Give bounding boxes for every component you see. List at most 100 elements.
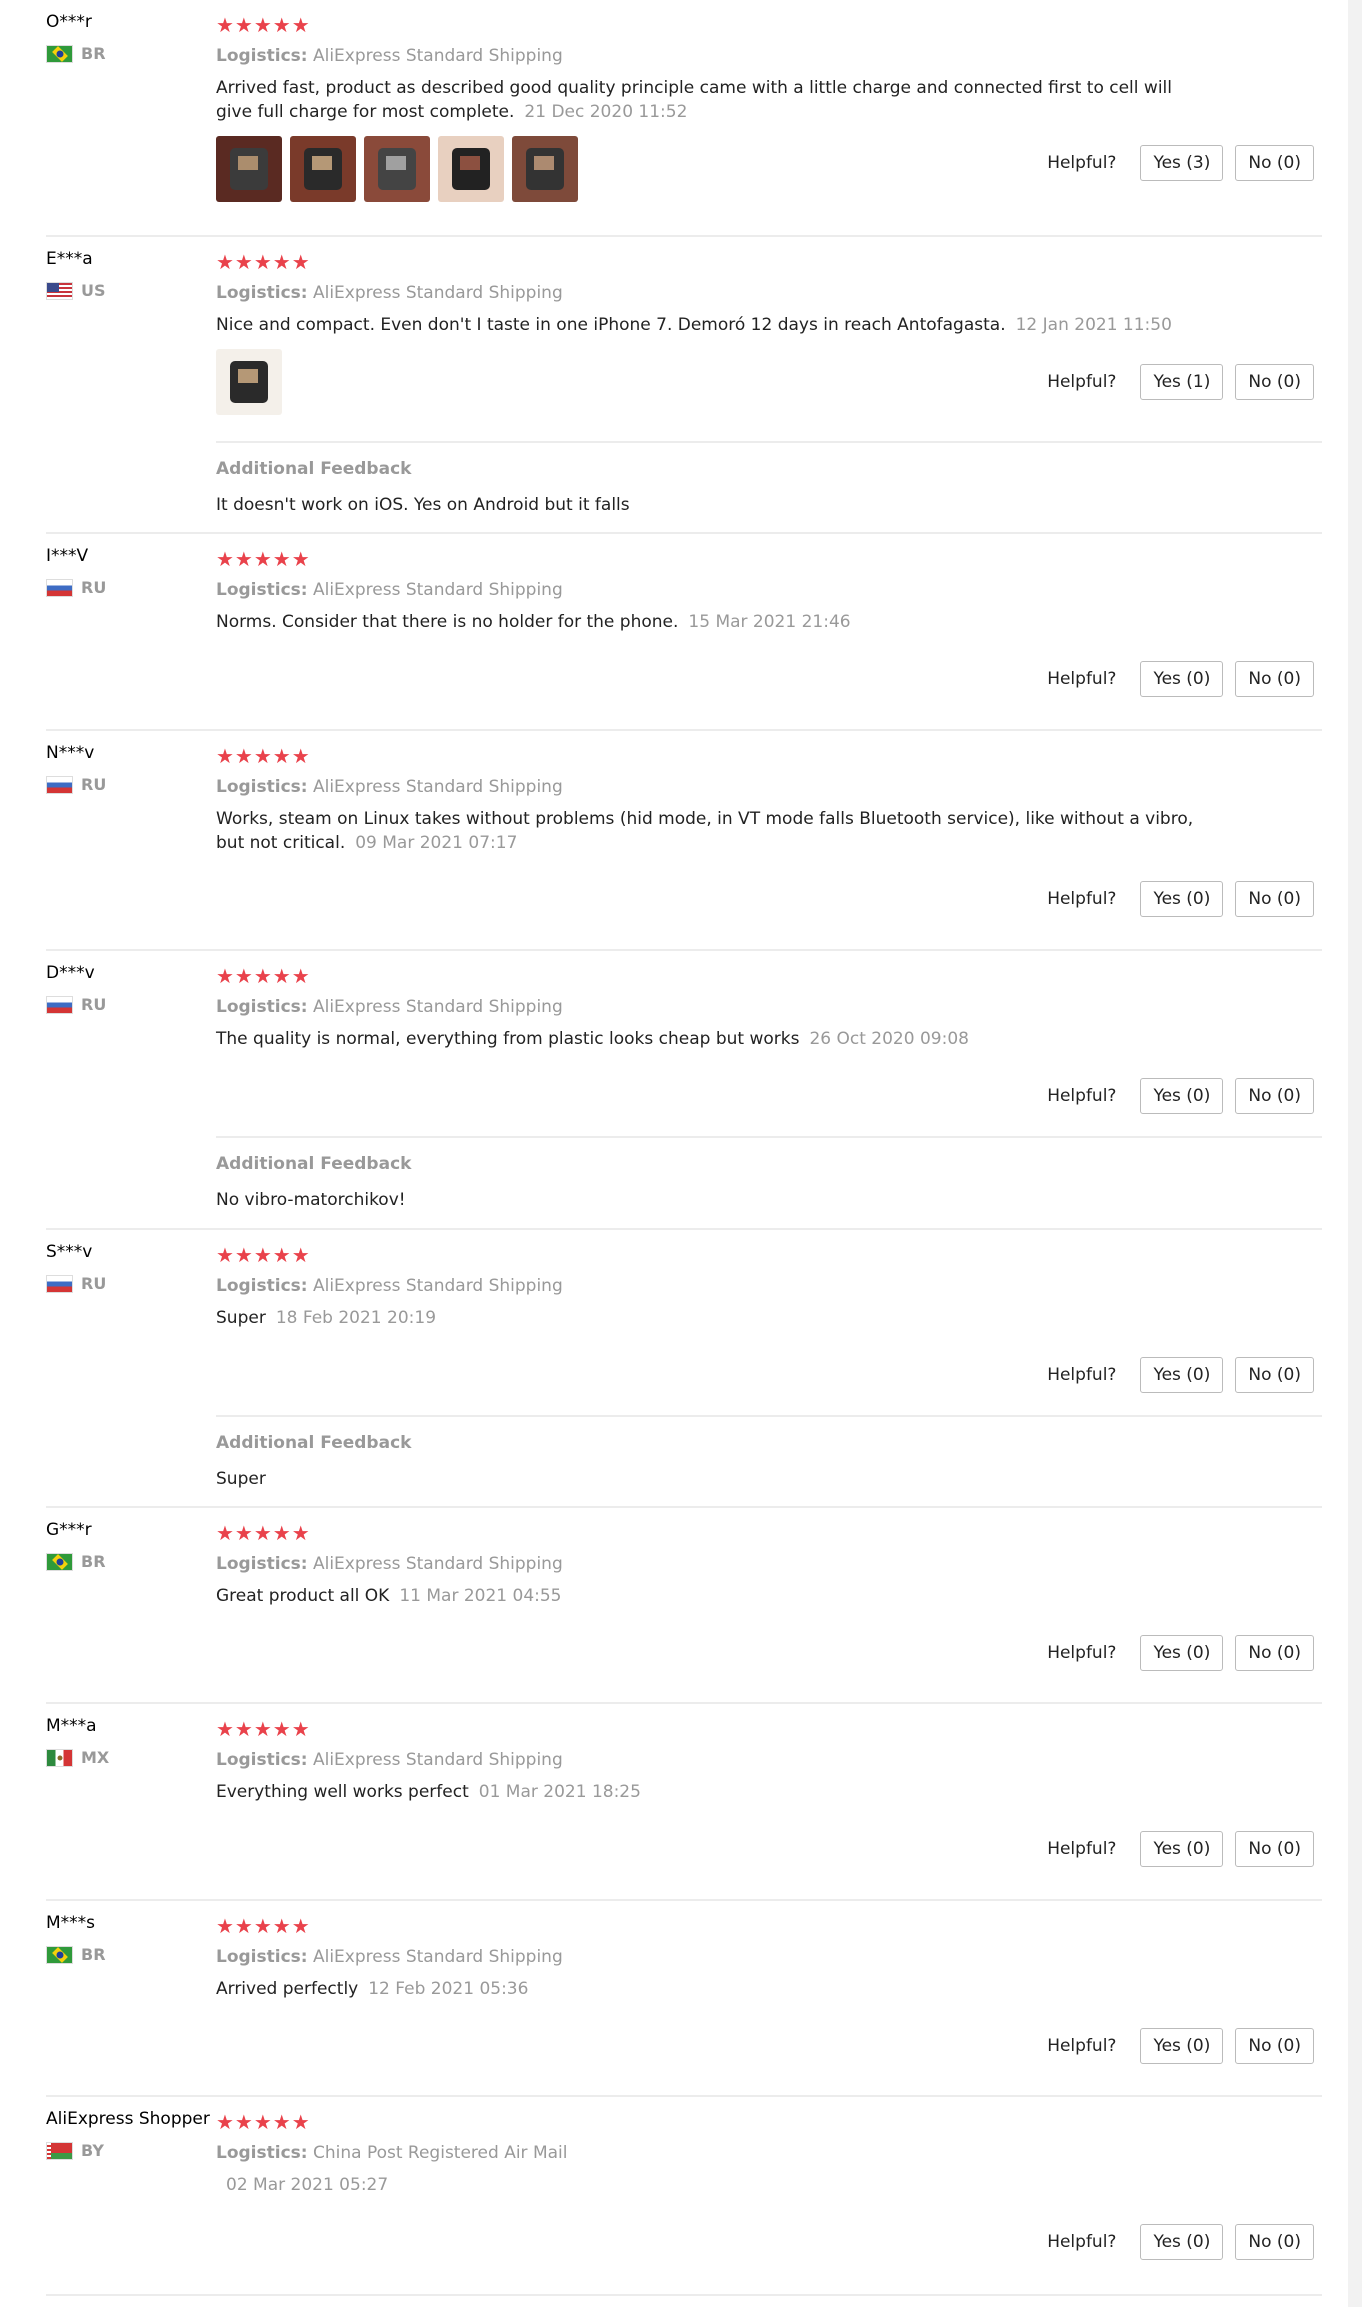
flag-icon xyxy=(46,995,73,1014)
flag-icon xyxy=(46,1552,73,1571)
helpful-label: Helpful? xyxy=(1047,669,1117,689)
helpful-label: Helpful? xyxy=(1047,372,1117,392)
review-list: O***r BR ★★★★★ Logistics: AliExpress Standa… xyxy=(0,0,1348,2307)
review-item: E***a US ★★★★★ Logistics: AliExpress Standa… xyxy=(46,237,1322,534)
review-body: ★★★★★ Logistics: AliExpress Standard Ship… xyxy=(216,745,1322,855)
helpful-yes-button[interactable]: Yes (3) xyxy=(1140,145,1224,181)
helpful-yes-button[interactable]: Yes (1) xyxy=(1140,364,1224,400)
reviewer-name: S***v xyxy=(46,1242,93,1262)
reviewer-name: N***v xyxy=(46,743,95,763)
review-photo-thumbnail[interactable] xyxy=(290,136,356,202)
additional-feedback-title: Additional Feedback xyxy=(216,1433,412,1453)
review-body: ★★★★★ Logistics: China Post Registered Ai… xyxy=(216,2111,1322,2197)
country-code: RU xyxy=(81,995,107,1014)
review-item: D***v RU ★★★★★ Logistics: AliExpress Standa… xyxy=(46,951,1322,1230)
review-date: 26 Oct 2020 09:08 xyxy=(809,1029,969,1049)
review-content: Arrived perfectly xyxy=(216,1979,359,1999)
helpful-label: Helpful? xyxy=(1047,1839,1117,1859)
additional-feedback-text: Super xyxy=(216,1469,266,1489)
helpful-no-button[interactable]: No (0) xyxy=(1235,2224,1314,2260)
logistics-line: Logistics: AliExpress Standard Shipping xyxy=(216,578,1322,602)
helpful-label: Helpful? xyxy=(1047,1365,1117,1385)
logistics-label: Logistics: xyxy=(216,1276,308,1296)
helpful-label: Helpful? xyxy=(1047,1086,1117,1106)
logistics-line: Logistics: AliExpress Standard Shipping xyxy=(216,1945,1322,1969)
review-date: 11 Mar 2021 04:55 xyxy=(399,1586,562,1606)
additional-feedback: Additional Feedback It doesn't work on iO… xyxy=(216,441,1322,515)
reviewer-name: D***v xyxy=(46,963,95,983)
scrollbar-track[interactable] xyxy=(1348,0,1362,2307)
helpful-vote-row: Helpful? Yes (0) No (0) xyxy=(1047,1078,1314,1114)
review-photo-thumbnail[interactable] xyxy=(216,349,282,415)
helpful-vote-row: Helpful? Yes (0) No (0) xyxy=(1047,1831,1314,1867)
review-date: 18 Feb 2021 20:19 xyxy=(275,1308,437,1328)
helpful-label: Helpful? xyxy=(1047,2232,1117,2252)
flag-icon xyxy=(46,578,73,597)
country-code: BR xyxy=(81,44,106,63)
helpful-yes-button[interactable]: Yes (0) xyxy=(1140,1831,1224,1867)
review-item: AliExpress Shopper BY ★★★★★ Logistics: Chin… xyxy=(46,2097,1322,2296)
review-item: M***a MX ★★★★★ Logistics: AliExpress Standa… xyxy=(46,1704,1322,1901)
shipping-method: AliExpress Standard Shipping xyxy=(312,46,563,66)
review-body: ★★★★★ Logistics: AliExpress Standard Ship… xyxy=(216,548,1322,634)
helpful-no-button[interactable]: No (0) xyxy=(1235,1357,1314,1393)
review-item: M***s BR ★★★★★ Logistics: AliExpress Standa… xyxy=(46,1901,1322,2097)
review-date: 09 Mar 2021 07:17 xyxy=(355,833,518,853)
helpful-no-button[interactable]: No (0) xyxy=(1235,881,1314,917)
star-rating: ★★★★★ xyxy=(216,964,311,988)
helpful-no-button[interactable]: No (0) xyxy=(1235,1078,1314,1114)
review-body: ★★★★★ Logistics: AliExpress Standard Ship… xyxy=(216,965,1322,1051)
review-content: Super xyxy=(216,1308,266,1328)
star-rating: ★★★★★ xyxy=(216,13,311,37)
review-date: 12 Feb 2021 05:36 xyxy=(368,1979,529,1999)
flag-icon xyxy=(46,44,73,63)
country-code: BY xyxy=(81,2141,104,2160)
review-photo-thumbnail[interactable] xyxy=(512,136,578,202)
helpful-yes-button[interactable]: Yes (0) xyxy=(1140,1078,1224,1114)
helpful-yes-button[interactable]: Yes (0) xyxy=(1140,2224,1224,2260)
helpful-yes-button[interactable]: Yes (0) xyxy=(1140,1357,1224,1393)
review-body: ★★★★★ Logistics: AliExpress Standard Ship… xyxy=(216,1915,1322,2001)
additional-feedback-text: It doesn't work on iOS. Yes on Android b… xyxy=(216,495,630,515)
review-item: S***v RU ★★★★★ Logistics: AliExpress Standa… xyxy=(46,1230,1322,1508)
country-code: US xyxy=(81,281,106,300)
review-content: Arrived fast, product as described good … xyxy=(216,78,1172,122)
review-text: Super 18 Feb 2021 20:19 xyxy=(216,1306,1196,1330)
logistics-line: Logistics: AliExpress Standard Shipping xyxy=(216,1748,1322,1772)
helpful-vote-row: Helpful? Yes (0) No (0) xyxy=(1047,2224,1314,2260)
logistics-label: Logistics: xyxy=(216,1947,308,1967)
reviewer-country: RU xyxy=(46,1274,206,1293)
review-photo-thumbnail[interactable] xyxy=(216,136,282,202)
logistics-line: Logistics: AliExpress Standard Shipping xyxy=(216,281,1322,305)
star-rating: ★★★★★ xyxy=(216,2110,311,2134)
helpful-no-button[interactable]: No (0) xyxy=(1235,2028,1314,2064)
helpful-yes-button[interactable]: Yes (0) xyxy=(1140,2028,1224,2064)
reviewer-info: O***r BR xyxy=(46,12,206,63)
reviewer-name: AliExpress Shopper xyxy=(46,2109,210,2129)
helpful-yes-button[interactable]: Yes (0) xyxy=(1140,881,1224,917)
helpful-no-button[interactable]: No (0) xyxy=(1235,364,1314,400)
review-date: 02 Mar 2021 05:27 xyxy=(226,2175,389,2195)
logistics-label: Logistics: xyxy=(216,777,308,797)
review-text: 02 Mar 2021 05:27 xyxy=(216,2173,1196,2197)
reviewer-country: BY xyxy=(46,2141,206,2160)
helpful-no-button[interactable]: No (0) xyxy=(1235,661,1314,697)
country-code: MX xyxy=(81,1748,110,1767)
helpful-yes-button[interactable]: Yes (0) xyxy=(1140,661,1224,697)
review-photo-thumbnail[interactable] xyxy=(438,136,504,202)
helpful-label: Helpful? xyxy=(1047,889,1117,909)
shipping-method: AliExpress Standard Shipping xyxy=(312,580,563,600)
helpful-no-button[interactable]: No (0) xyxy=(1235,1831,1314,1867)
helpful-yes-button[interactable]: Yes (0) xyxy=(1140,1635,1224,1671)
review-body: ★★★★★ Logistics: AliExpress Standard Ship… xyxy=(216,1522,1322,1608)
reviewer-name: O***r xyxy=(46,12,92,32)
shipping-method: AliExpress Standard Shipping xyxy=(312,777,563,797)
additional-feedback-text: No vibro-matorchikov! xyxy=(216,1190,406,1210)
review-photo-thumbnail[interactable] xyxy=(364,136,430,202)
logistics-line: Logistics: AliExpress Standard Shipping xyxy=(216,1552,1322,1576)
helpful-no-button[interactable]: No (0) xyxy=(1235,145,1314,181)
logistics-line: Logistics: AliExpress Standard Shipping xyxy=(216,44,1322,68)
helpful-no-button[interactable]: No (0) xyxy=(1235,1635,1314,1671)
flag-icon xyxy=(46,775,73,794)
helpful-vote-row: Helpful? Yes (0) No (0) xyxy=(1047,2028,1314,2064)
